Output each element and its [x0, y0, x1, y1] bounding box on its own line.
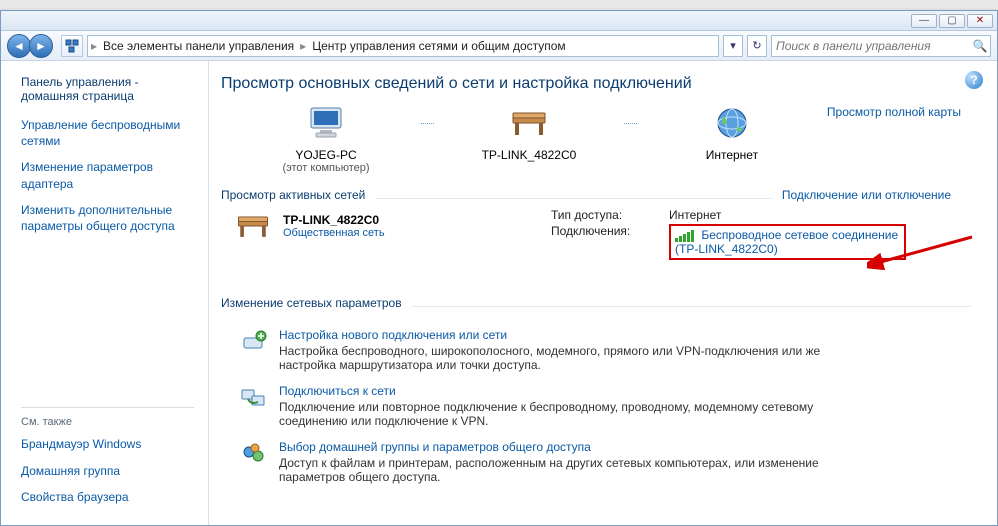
task-new-connection[interactable]: Настройка нового подключения или сети На… [239, 328, 981, 372]
window-chrome: — ▢ ✕ [1, 11, 997, 31]
task-link[interactable]: Подключиться к сети [279, 384, 839, 398]
active-network-identity: TP-LINK_4822C0 Общественная сеть [233, 208, 533, 244]
help-icon[interactable]: ? [965, 71, 983, 89]
maximize-button[interactable]: ▢ [939, 14, 965, 28]
map-node-label: YOJEG-PC [251, 148, 401, 162]
search-icon[interactable]: 🔍 [972, 38, 988, 54]
bench-icon [507, 105, 551, 141]
map-node-this-pc[interactable]: YOJEG-PC (этот компьютер) [251, 105, 401, 174]
connections-label: Подключения: [551, 224, 661, 260]
breadcrumb[interactable]: ▸ Все элементы панели управления ▸ Центр… [87, 35, 719, 57]
forward-button[interactable]: ► [29, 34, 53, 58]
main-panel: ? Просмотр основных сведений о сети и на… [209, 61, 997, 525]
monitor-icon [306, 105, 346, 141]
see-also-heading: См. также [21, 416, 194, 428]
task-description: Подключение или повторное подключение к … [279, 400, 839, 428]
active-networks-heading: Просмотр активных сетей [221, 188, 365, 202]
network-settings-heading: Изменение сетевых параметров [221, 296, 402, 310]
homegroup-icon [239, 440, 267, 468]
refresh-button[interactable]: ↻ [747, 35, 767, 57]
network-map: YOJEG-PC (этот компьютер) TP-LINK_4822C0 [251, 105, 981, 174]
task-link[interactable]: Настройка нового подключения или сети [279, 328, 839, 342]
network-properties: Тип доступа: Интернет Подключения: Беспр… [551, 208, 906, 260]
page-title: Просмотр основных сведений о сети и наст… [221, 75, 981, 93]
connect-disconnect-link[interactable]: Подключение или отключение [782, 188, 951, 202]
sidebar-link-wireless[interactable]: Управление беспроводными сетями [21, 117, 194, 149]
path-icon[interactable] [61, 35, 83, 57]
sidebar: Панель управления - домашняя страница Уп… [1, 61, 209, 525]
breadcrumb-item-all[interactable]: Все элементы панели управления [97, 39, 300, 53]
search-box[interactable]: 🔍 [771, 35, 991, 57]
map-node-label: TP-LINK_4822C0 [454, 148, 604, 162]
active-network-block: TP-LINK_4822C0 Общественная сеть Тип дос… [233, 208, 981, 260]
map-link-line [624, 105, 637, 143]
wireless-connection-sublabel: (TP-LINK_4822C0) [675, 242, 778, 256]
access-type-label: Тип доступа: [551, 208, 661, 222]
task-link[interactable]: Выбор домашней группы и параметров общег… [279, 440, 839, 454]
new-connection-icon [239, 328, 267, 356]
map-node-sublabel: (этот компьютер) [251, 162, 401, 174]
view-full-map-link[interactable]: Просмотр полной карты [827, 105, 961, 119]
highlight-annotation: Беспроводное сетевое соединение (TP-LINK… [669, 224, 906, 260]
map-node-label: Интернет [657, 148, 807, 162]
back-button[interactable]: ◄ [7, 34, 31, 58]
globe-icon [714, 105, 750, 141]
task-homegroup-sharing[interactable]: Выбор домашней группы и параметров общег… [239, 440, 981, 484]
see-also-browser-props[interactable]: Свойства браузера [21, 489, 194, 505]
network-center-window: — ▢ ✕ ◄ ► ▸ Все элементы панели управлен… [0, 10, 998, 526]
see-also-homegroup[interactable]: Домашняя группа [21, 463, 194, 479]
task-description: Настройка беспроводного, широкополосного… [279, 344, 839, 372]
bench-icon [233, 208, 273, 244]
task-connect-network[interactable]: Подключиться к сети Подключение или повт… [239, 384, 981, 428]
breadcrumb-dropdown[interactable]: ▾ [723, 35, 743, 57]
wireless-connection-link[interactable]: Беспроводное сетевое соединение [701, 228, 898, 242]
signal-bars-icon [675, 230, 694, 242]
connect-network-icon [239, 384, 267, 412]
map-node-internet[interactable]: Интернет [657, 105, 807, 162]
task-description: Доступ к файлам и принтерам, расположенн… [279, 456, 839, 484]
map-link-line [421, 105, 434, 143]
search-input[interactable] [774, 38, 972, 54]
see-also-firewall[interactable]: Брандмауэр Windows [21, 436, 194, 452]
sidebar-link-sharing-settings[interactable]: Изменить дополнительные параметры общего… [21, 202, 194, 234]
sidebar-link-adapter-settings[interactable]: Изменение параметров адаптера [21, 159, 194, 191]
body: Панель управления - домашняя страница Уп… [1, 61, 997, 525]
close-button[interactable]: ✕ [967, 14, 993, 28]
nav-buttons: ◄ ► [7, 34, 53, 58]
toolbar: ◄ ► ▸ Все элементы панели управления ▸ Ц… [1, 31, 997, 61]
access-type-value: Интернет [669, 208, 906, 222]
map-node-router[interactable]: TP-LINK_4822C0 [454, 105, 604, 162]
control-panel-home-link[interactable]: Панель управления - домашняя страница [21, 75, 194, 103]
breadcrumb-item-network-center[interactable]: Центр управления сетями и общим доступом [306, 39, 572, 53]
sidebar-divider [21, 407, 194, 408]
network-type-link[interactable]: Общественная сеть [283, 227, 385, 239]
minimize-button[interactable]: — [911, 14, 937, 28]
network-name: TP-LINK_4822C0 [283, 213, 385, 227]
